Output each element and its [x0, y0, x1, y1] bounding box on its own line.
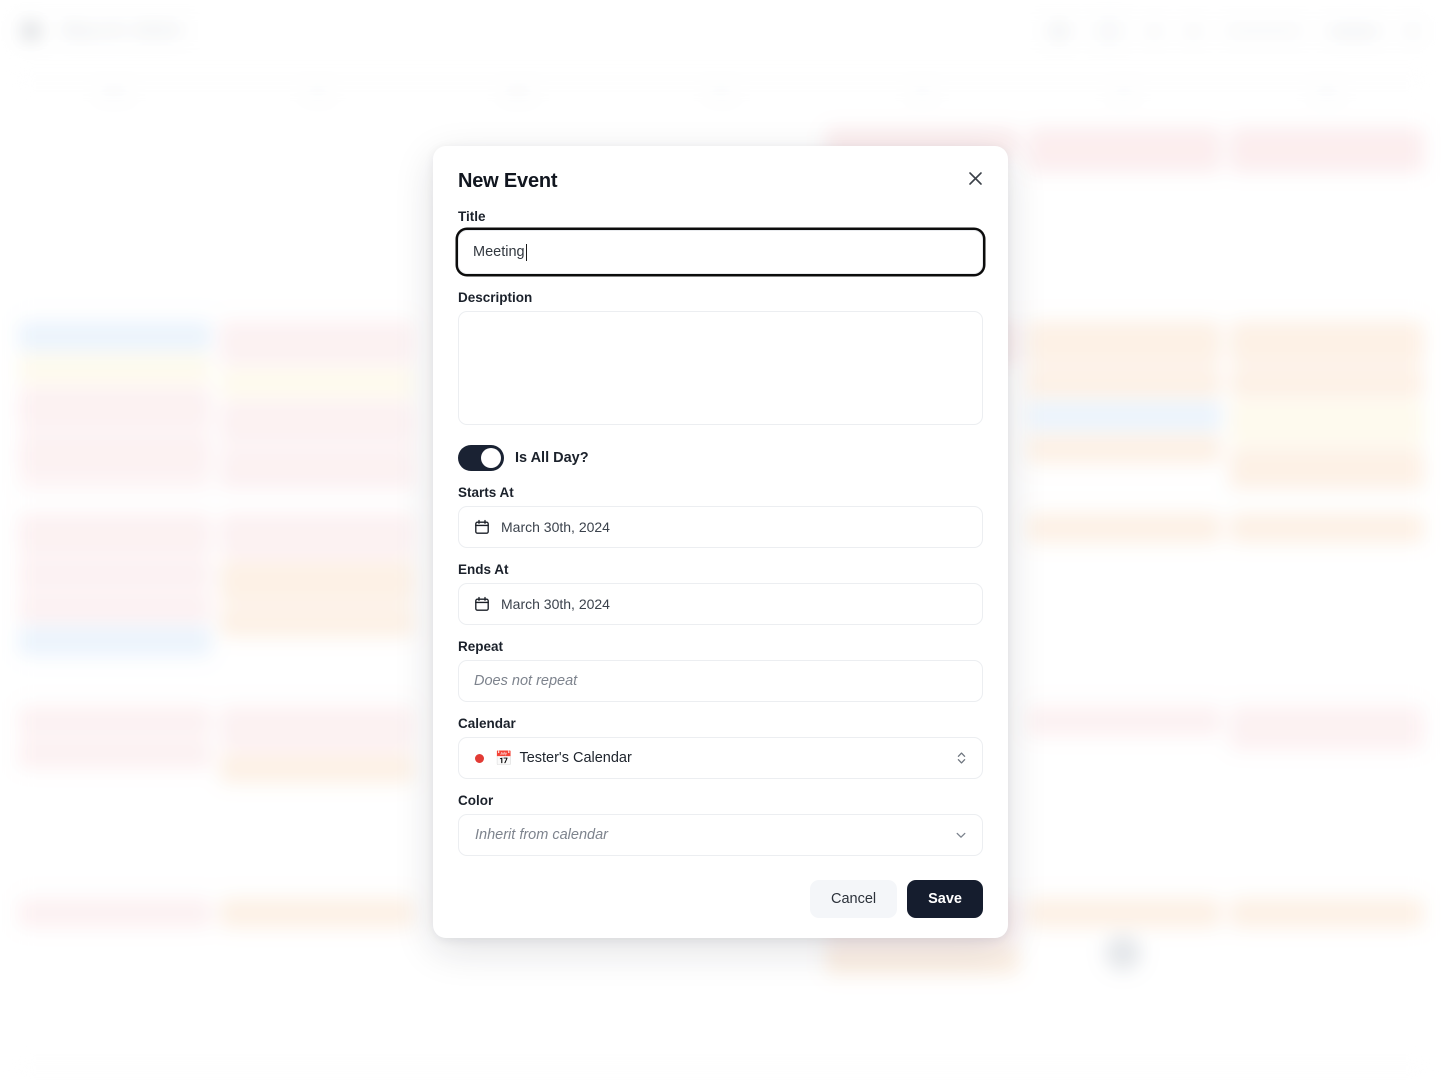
calendar-icon [475, 596, 489, 611]
title-label: Title [458, 209, 486, 224]
calendar-emoji-icon: 📅 [495, 750, 513, 766]
repeat-placeholder: Does not repeat [474, 673, 578, 689]
dialog-heading: New Event [458, 170, 558, 192]
chevron-down-icon [956, 832, 966, 838]
close-icon[interactable] [962, 165, 988, 191]
calendar-selected-value: Tester's Calendar [519, 750, 632, 766]
cancel-button[interactable]: Cancel [809, 880, 898, 918]
ends-at-field: Ends At March 30th, 2024 [458, 562, 983, 625]
starts-at-input[interactable]: March 30th, 2024 [458, 506, 983, 548]
chevron-up-down-icon [957, 752, 966, 764]
ends-at-input[interactable]: March 30th, 2024 [458, 583, 983, 625]
dialog-footer: Cancel Save [458, 880, 983, 918]
save-button[interactable]: Save [907, 880, 983, 918]
all-day-row: Is All Day? [458, 445, 983, 471]
starts-at-field: Starts At March 30th, 2024 [458, 485, 983, 548]
repeat-field: Repeat Does not repeat [458, 639, 983, 702]
app-root: March 2024 MON TUE WED THU FRI SAT SUN New Eve… [0, 0, 1442, 1080]
all-day-label: Is All Day? [515, 450, 589, 466]
description-field: Description [458, 290, 983, 425]
all-day-toggle[interactable] [458, 445, 504, 471]
calendar-icon [475, 519, 489, 534]
repeat-label: Repeat [458, 639, 504, 654]
starts-at-value: March 30th, 2024 [501, 519, 610, 535]
starts-at-label: Starts At [458, 485, 514, 500]
new-event-dialog: New Event Title Meeting Description Is A… [433, 146, 1008, 938]
description-input[interactable] [458, 311, 983, 425]
title-input-value: Meeting [473, 244, 525, 260]
title-input[interactable]: Meeting [458, 230, 983, 274]
repeat-input[interactable]: Does not repeat [458, 660, 983, 702]
color-field: Color Inherit from calendar [458, 793, 983, 856]
color-label: Color [458, 793, 494, 808]
color-placeholder: Inherit from calendar [475, 827, 608, 843]
text-caret [525, 243, 527, 261]
calendar-field: Calendar 📅 Tester's Calendar [458, 716, 983, 779]
calendar-select[interactable]: 📅 Tester's Calendar [458, 737, 983, 779]
ends-at-value: March 30th, 2024 [501, 596, 610, 612]
color-select[interactable]: Inherit from calendar [458, 814, 983, 856]
toggle-knob [481, 448, 501, 468]
calendar-label: Calendar [458, 716, 516, 731]
ends-at-label: Ends At [458, 562, 509, 577]
calendar-color-dot [475, 753, 484, 763]
description-label: Description [458, 290, 533, 305]
